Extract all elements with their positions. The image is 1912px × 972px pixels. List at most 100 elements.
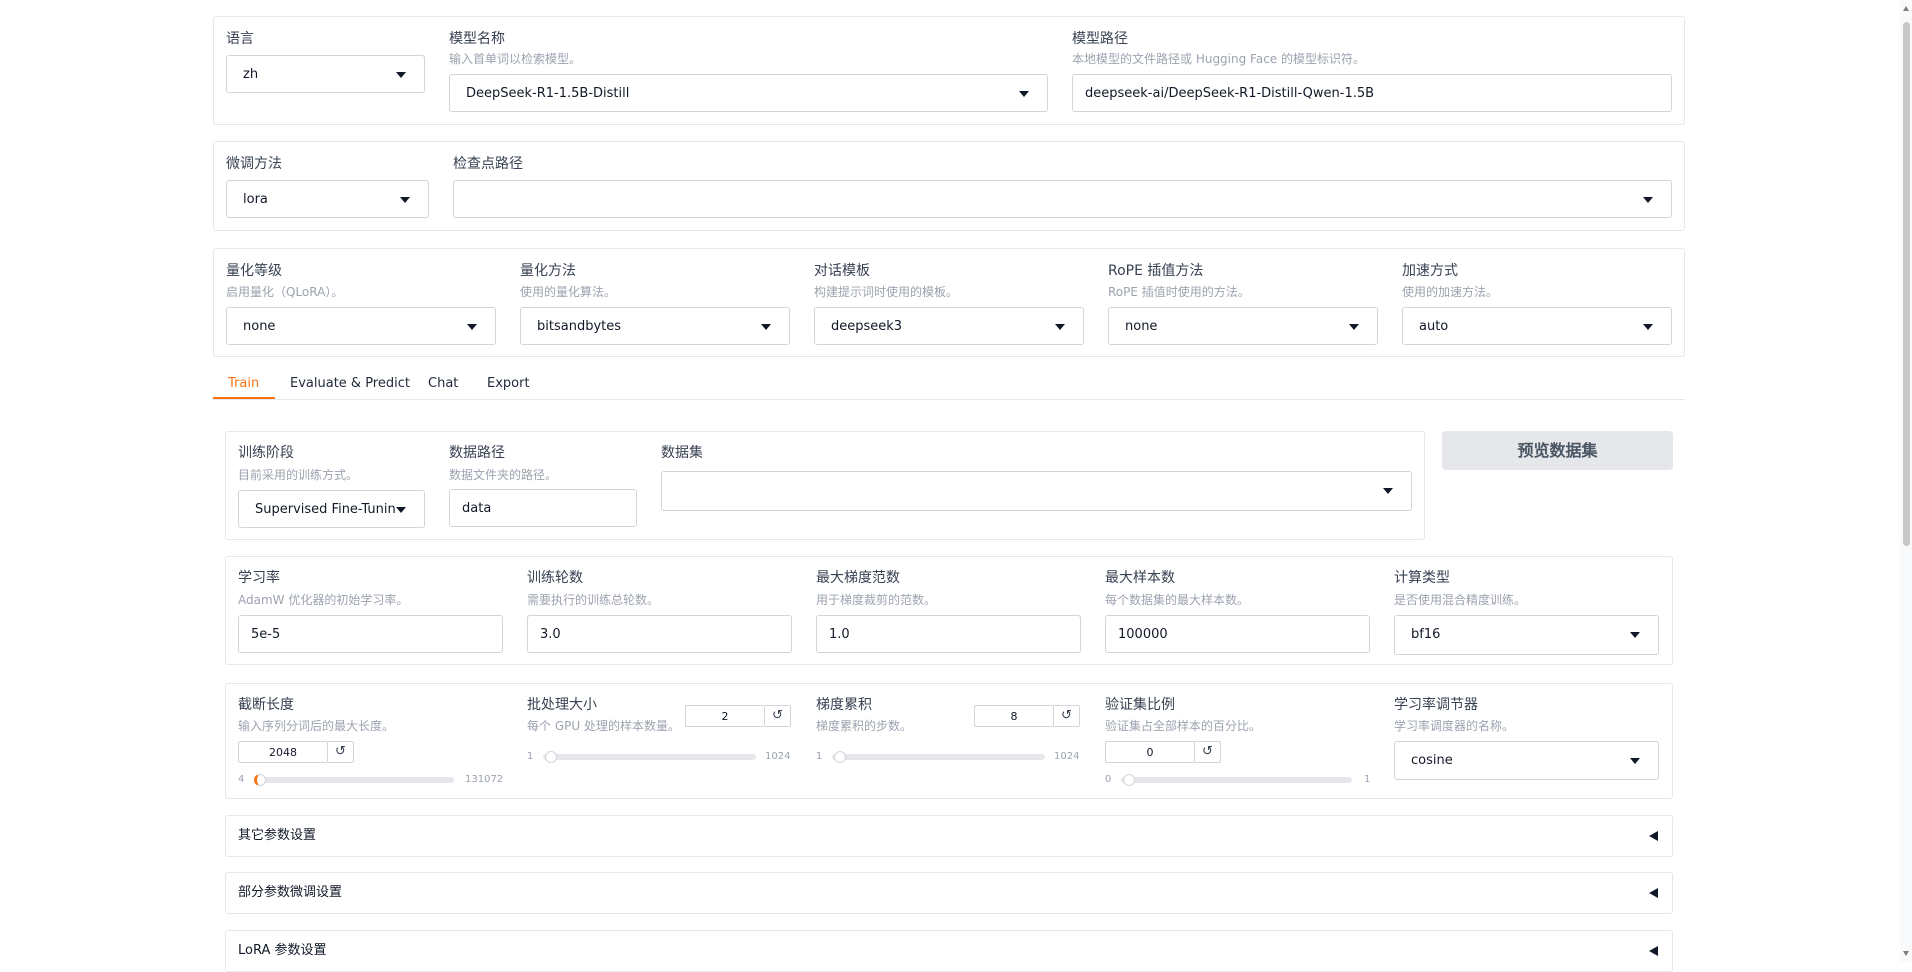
- model-path-info: 本地模型的文件路径或 Hugging Face 的模型标识符。: [1072, 52, 1365, 66]
- rope-dropdown[interactable]: none: [1108, 307, 1378, 345]
- compute-info: 是否使用混合精度训练。: [1394, 593, 1527, 607]
- lr-label: 学习率: [238, 570, 280, 586]
- gradacc-slider[interactable]: [832, 751, 1045, 763]
- quant-bit-label: 量化等级: [226, 263, 282, 279]
- cutoff-min: 4: [238, 774, 245, 785]
- reset-icon[interactable]: ↺: [1195, 741, 1221, 763]
- lr-input[interactable]: 5e-5: [238, 615, 503, 653]
- chevron-down-icon: [1383, 488, 1393, 494]
- triangle-left-icon: [1649, 946, 1658, 956]
- reset-icon[interactable]: ↺: [1054, 705, 1080, 727]
- stage-dropdown[interactable]: Supervised Fine-Tuning: [238, 490, 425, 528]
- chevron-down-icon: [1630, 758, 1640, 764]
- tabs-divider: [213, 399, 1685, 400]
- lang-label: 语言: [226, 31, 254, 47]
- cutoff-label: 截断长度: [238, 697, 294, 713]
- valsize-number[interactable]: 0: [1105, 741, 1195, 763]
- sched-value: cosine: [1411, 753, 1453, 768]
- valsize-max: 1: [1364, 774, 1371, 785]
- chevron-down-icon: [1630, 632, 1640, 638]
- batch-label: 批处理大小: [527, 697, 597, 713]
- template-dropdown[interactable]: deepseek3: [814, 307, 1084, 345]
- chevron-down-icon: [1643, 324, 1653, 330]
- gradacc-number[interactable]: 8: [974, 705, 1054, 727]
- lr-info: AdamW 优化器的初始学习率。: [238, 593, 409, 607]
- accordion-lora-settings[interactable]: LoRA 参数设置: [225, 930, 1673, 972]
- quant-bit-value: none: [243, 319, 276, 334]
- batch-min: 1: [527, 751, 534, 762]
- chevron-down-icon: [400, 197, 410, 203]
- cutoff-number[interactable]: 2048: [238, 741, 328, 763]
- chevron-down-icon: [1019, 91, 1029, 97]
- accordion-freeze-settings[interactable]: 部分参数微调设置: [225, 872, 1673, 914]
- model-name-value: DeepSeek-R1-1.5B-Distill: [466, 86, 630, 101]
- triangle-left-icon: [1649, 888, 1658, 898]
- valsize-slider[interactable]: [1121, 774, 1352, 786]
- triangle-left-icon: [1649, 831, 1658, 841]
- booster-label: 加速方式: [1402, 263, 1458, 279]
- template-info: 构建提示词时使用的模板。: [814, 285, 959, 299]
- booster-info: 使用的加速方法。: [1402, 285, 1499, 299]
- scroll-down-icon[interactable]: [1903, 951, 1909, 956]
- lang-value: zh: [243, 67, 259, 82]
- valsize-min: 0: [1105, 774, 1112, 785]
- tab-evaluate-predict[interactable]: Evaluate & Predict: [290, 376, 410, 391]
- reset-icon[interactable]: ↺: [328, 741, 354, 763]
- scroll-up-icon[interactable]: [1903, 6, 1909, 11]
- reset-icon[interactable]: ↺: [765, 705, 791, 727]
- compute-dropdown[interactable]: bf16: [1394, 615, 1659, 655]
- accordion-extra-settings[interactable]: 其它参数设置: [225, 815, 1673, 857]
- epochs-label: 训练轮数: [527, 570, 583, 586]
- datadir-info: 数据文件夹的路径。: [449, 468, 558, 482]
- quant-method-dropdown[interactable]: bitsandbytes: [520, 307, 790, 345]
- datadir-input[interactable]: data: [449, 489, 637, 527]
- valsize-info: 验证集占全部样本的百分比。: [1105, 719, 1262, 733]
- dataset-label: 数据集: [661, 445, 703, 461]
- datadir-label: 数据路径: [449, 445, 505, 461]
- batch-number[interactable]: 2: [685, 705, 765, 727]
- maxsamples-input[interactable]: 100000: [1105, 615, 1370, 653]
- chevron-down-icon: [396, 507, 406, 513]
- compute-value: bf16: [1411, 627, 1441, 642]
- slider-thumb[interactable]: [1123, 774, 1135, 786]
- slider-thumb[interactable]: [254, 774, 266, 786]
- chevron-down-icon: [1349, 324, 1359, 330]
- dataset-dropdown[interactable]: [661, 471, 1412, 511]
- template-value: deepseek3: [831, 319, 903, 334]
- quant-bit-dropdown[interactable]: none: [226, 307, 496, 345]
- chevron-down-icon: [1643, 197, 1653, 203]
- lang-dropdown[interactable]: zh: [226, 55, 425, 93]
- checkpoint-dropdown[interactable]: [453, 180, 1672, 218]
- quant-method-info: 使用的量化算法。: [520, 285, 617, 299]
- batch-max: 1024: [765, 751, 791, 762]
- epochs-info: 需要执行的训练总轮数。: [527, 593, 660, 607]
- quant-method-value: bitsandbytes: [537, 319, 622, 334]
- accordion-title: LoRA 参数设置: [238, 943, 327, 958]
- maxgrad-input[interactable]: 1.0: [816, 615, 1081, 653]
- preview-dataset-button[interactable]: 预览数据集: [1442, 431, 1673, 470]
- finetune-value: lora: [243, 192, 268, 207]
- tab-train[interactable]: Train: [228, 376, 259, 391]
- model-name-info: 输入首单词以检索模型。: [449, 52, 582, 66]
- gradacc-max: 1024: [1054, 751, 1080, 762]
- tab-chat[interactable]: Chat: [428, 376, 458, 391]
- finetune-label: 微调方法: [226, 156, 282, 172]
- finetune-dropdown[interactable]: lora: [226, 180, 429, 218]
- booster-dropdown[interactable]: auto: [1402, 307, 1672, 345]
- model-path-input[interactable]: deepseek-ai/DeepSeek-R1-Distill-Qwen-1.5…: [1072, 74, 1672, 112]
- epochs-input[interactable]: 3.0: [527, 615, 792, 653]
- checkpoint-label: 检查点路径: [453, 156, 523, 172]
- gradacc-min: 1: [816, 751, 823, 762]
- model-name-dropdown[interactable]: DeepSeek-R1-1.5B-Distill: [449, 74, 1048, 112]
- scrollbar-thumb[interactable]: [1903, 22, 1910, 546]
- gradacc-label: 梯度累积: [816, 697, 872, 713]
- chevron-down-icon: [467, 324, 477, 330]
- cutoff-slider[interactable]: [254, 774, 454, 786]
- slider-thumb[interactable]: [545, 751, 557, 763]
- batch-slider[interactable]: [543, 751, 756, 763]
- sched-dropdown[interactable]: cosine: [1394, 741, 1659, 780]
- page-scrollbar[interactable]: [1900, 0, 1912, 962]
- accordion-title: 部分参数微调设置: [238, 885, 343, 900]
- tab-export[interactable]: Export: [487, 376, 530, 391]
- slider-thumb[interactable]: [834, 751, 846, 763]
